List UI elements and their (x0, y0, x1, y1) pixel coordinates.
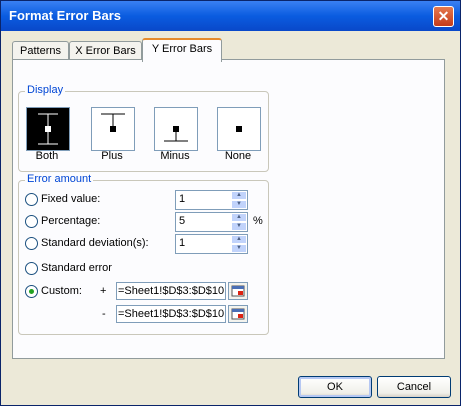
percentage-label: Percentage: (41, 215, 101, 227)
percentage-stepper[interactable]: 5 ▲ ▼ (175, 212, 248, 232)
custom-label: Custom: (41, 285, 82, 297)
ok-button[interactable]: OK (298, 376, 372, 398)
dialog-title: Format Error Bars (9, 8, 121, 23)
display-none-option[interactable] (217, 107, 261, 151)
std-error-label: Standard error (41, 262, 112, 274)
spin-down-icon[interactable]: ▼ (232, 223, 246, 230)
display-none-label: None (224, 150, 252, 162)
tab-y-error-bars[interactable]: Y Error Bars (142, 38, 222, 62)
display-minus-option[interactable] (154, 107, 198, 151)
display-minus-label: Minus (160, 150, 190, 162)
tab-panel: Display Both Plus Minus None Error amoun… (12, 59, 445, 359)
title-bar[interactable]: Format Error Bars ✕ (1, 1, 460, 31)
error-bar-minus-icon (164, 126, 188, 142)
display-both-option[interactable] (26, 107, 70, 151)
tab-patterns[interactable]: Patterns (12, 41, 69, 60)
fixed-value-input[interactable]: 1 (179, 193, 185, 205)
cancel-button[interactable]: Cancel (377, 376, 451, 398)
custom-radio[interactable] (25, 285, 38, 298)
custom-minus-ref-value: =Sheet1!$D$3:$D$10 (118, 308, 225, 320)
percentage-unit: % (253, 215, 263, 227)
fixed-value-stepper[interactable]: 1 ▲ ▼ (175, 190, 248, 210)
fixed-value-radio[interactable] (25, 193, 38, 206)
range-select-icon (231, 308, 245, 320)
spin-up-icon[interactable]: ▲ (232, 192, 246, 199)
display-both-label: Both (35, 150, 59, 162)
close-button[interactable]: ✕ (433, 6, 454, 27)
spin-down-icon[interactable]: ▼ (232, 245, 246, 252)
error-amount-group: Error amount Fixed value: 1 ▲ ▼ Percentag… (18, 173, 269, 335)
std-error-radio[interactable] (25, 262, 38, 275)
std-dev-label: Standard deviation(s): (41, 237, 149, 249)
custom-minus-ref-input[interactable]: =Sheet1!$D$3:$D$10 (116, 305, 226, 323)
custom-plus-ref-value: =Sheet1!$D$3:$D$10 (118, 285, 225, 297)
fixed-value-label: Fixed value: (41, 193, 101, 205)
display-plus-label: Plus (101, 150, 123, 162)
std-dev-radio[interactable] (25, 237, 38, 250)
display-group-title: Display (25, 84, 66, 96)
collapse-dialog-button-minus[interactable] (228, 305, 248, 323)
spin-up-icon[interactable]: ▲ (232, 236, 246, 243)
spin-up-icon[interactable]: ▲ (232, 214, 246, 221)
percentage-radio[interactable] (25, 215, 38, 228)
error-bar-plus-icon (101, 113, 125, 132)
display-plus-option[interactable] (91, 107, 135, 151)
spin-down-icon[interactable]: ▼ (232, 201, 246, 208)
custom-minus-sign: - (102, 308, 106, 320)
radio-selected-dot (29, 289, 34, 294)
tab-x-error-bars[interactable]: X Error Bars (69, 41, 142, 60)
std-dev-input[interactable]: 1 (179, 237, 185, 249)
std-dev-stepper[interactable]: 1 ▲ ▼ (175, 234, 248, 254)
format-error-bars-dialog: Format Error Bars ✕ Patterns X Error Bar… (0, 0, 461, 406)
display-group: Display Both Plus Minus None (18, 84, 269, 172)
close-icon: ✕ (437, 8, 450, 24)
error-amount-group-title: Error amount (25, 173, 94, 185)
error-bar-both-icon (38, 113, 58, 145)
percentage-input[interactable]: 5 (179, 215, 185, 227)
collapse-dialog-button-plus[interactable] (228, 282, 248, 300)
custom-plus-sign: + (100, 285, 107, 297)
error-bar-none-icon (236, 126, 242, 132)
range-select-icon (231, 285, 245, 297)
custom-plus-ref-input[interactable]: =Sheet1!$D$3:$D$10 (116, 282, 226, 300)
